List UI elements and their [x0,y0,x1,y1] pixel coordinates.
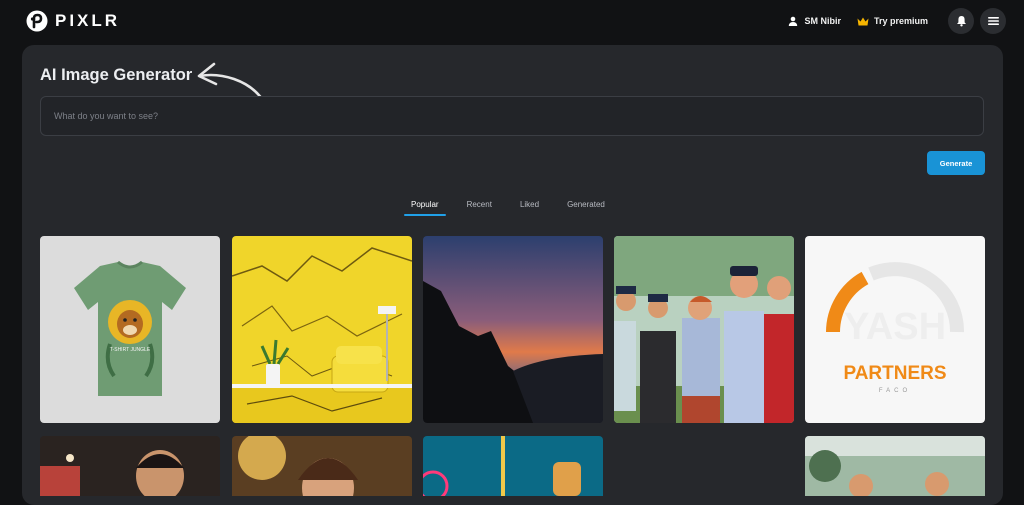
gallery-item-yellow-room[interactable] [232,236,412,423]
logo-text-yash: YASH [844,306,946,348]
page-title: AI Image Generator [40,66,193,84]
logo-text-faco: FACO [879,388,911,394]
crown-icon [857,17,869,25]
gallery-item-row2-1[interactable] [40,436,220,496]
top-bar: PIXLR SM Nibir Try premium [0,0,1024,44]
gallery-item-golfers[interactable] [614,236,794,423]
pixlr-logo-icon [26,10,48,32]
generator-panel: AI Image Generator Generate Popular Rece… [22,45,1003,505]
gallery-item-yash-logo[interactable]: YASH PARTNERS FACO [805,236,985,423]
gallery-item-row2-3[interactable] [423,436,603,496]
row2-image-5 [805,436,985,496]
tshirt-caption: T-SHIRT JUNGLE [110,347,151,353]
yash-logo-image: YASH PARTNERS FACO [805,236,985,423]
gallery-item-row2-5[interactable] [805,436,985,496]
gallery-item-mountain-sunset[interactable] [423,236,603,423]
yellow-room-image [232,236,412,423]
header-actions: SM Nibir Try premium [788,8,1006,34]
row2-image-2 [232,436,412,496]
gallery-item-row2-2[interactable] [232,436,412,496]
mountain-sunset-image [423,236,603,423]
prompt-input[interactable] [40,96,984,136]
gallery-tabs: Popular Recent Liked Generated [402,195,624,216]
tshirt-image: T-SHIRT JUNGLE [40,236,220,423]
bell-icon [956,16,966,27]
tab-recent[interactable]: Recent [458,195,501,216]
tab-popular[interactable]: Popular [402,195,448,216]
logo-text: PIXLR [55,11,121,30]
golfers-image [614,236,794,423]
tab-liked[interactable]: Liked [511,195,548,216]
notifications-button[interactable] [948,8,974,34]
user-icon [789,16,798,26]
pixlr-logo[interactable]: PIXLR [26,10,120,32]
tab-generated[interactable]: Generated [558,195,614,216]
premium-label: Try premium [873,16,928,26]
row2-image-3 [423,436,603,496]
main-menu-button[interactable] [980,8,1006,34]
user-name: SM Nibir [804,16,841,26]
row2-image-1 [40,436,220,496]
user-account-button[interactable]: SM Nibir [788,16,841,26]
generate-button[interactable]: Generate [927,151,985,175]
logo-text-partners: PARTNERS [843,363,946,384]
gallery-item-tshirt[interactable]: T-SHIRT JUNGLE [40,236,220,423]
try-premium-button[interactable]: Try premium [857,16,928,26]
menu-icon [987,17,999,25]
